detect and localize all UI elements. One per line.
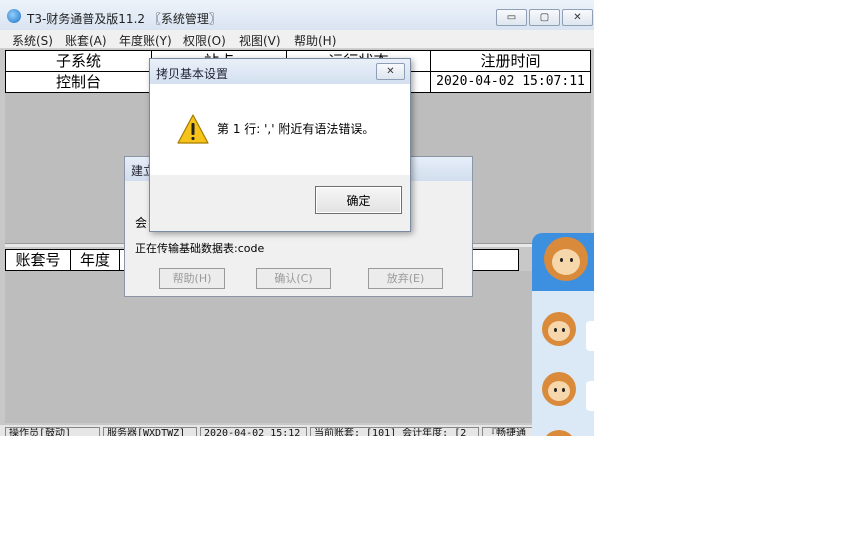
transfer-progress-text: 正在传输基础数据表:code [135,242,265,255]
menu-system[interactable]: 系统(S) [12,32,53,49]
app-cloud-icon [7,9,21,23]
error-dialog-body: 第 1 行: ',' 附近有语法错误。 [150,84,410,175]
status-current-account: 当前账套: [101] 会计年度: [2 [310,427,479,436]
menu-account-set[interactable]: 账套(A) [65,32,107,49]
minimize-button[interactable]: ▭ [496,9,527,26]
widget-tab[interactable] [586,381,594,411]
copy-settings-error-dialog: 拷贝基本设置 ✕ 第 1 行: ',' 附近有语法错误。 确定 [149,58,411,232]
monkey-mascot-icon[interactable] [542,312,576,346]
confirm-button[interactable]: 确认(C) [256,268,331,289]
header-account-no: 账套号 [15,251,61,269]
assistant-header[interactable] [532,233,594,291]
warning-icon [177,114,209,144]
monkey-mascot-icon[interactable] [542,430,576,436]
ok-button[interactable]: 确定 [315,186,402,214]
status-bar: 操作员[鼓动] 服务器[WXDTWZ] 2020-04-02 15:12 当前账… [0,425,594,436]
table-row-register-time[interactable]: 2020-04-02 15:07:11 [431,72,590,92]
status-server: 服务器[WXDTWZ] [103,427,197,436]
table-row-subsystem[interactable]: 控制台 [6,72,151,92]
error-dialog-title: 拷贝基本设置 [156,67,229,81]
help-button[interactable]: 帮助(H) [159,268,225,289]
header-subsystem: 子系统 [55,52,101,70]
monkey-mascot-icon [544,237,588,281]
menu-help[interactable]: 帮助(H) [294,32,336,49]
monkey-mascot-icon[interactable] [542,372,576,406]
error-dialog-close-button[interactable]: ✕ [376,63,405,80]
window-title: T3-财务通普及版11.2 〖系统管理〗 [27,12,221,26]
error-message: 第 1 行: ',' 附近有语法错误。 [217,122,375,136]
close-button[interactable]: ✕ [562,9,593,26]
build-dialog-label: 会 [135,216,148,230]
widget-tab[interactable] [586,321,594,351]
menu-annual-account[interactable]: 年度账(Y) [119,32,172,49]
menu-bar: 系统(S) 账套(A) 年度账(Y) 权限(O) 视图(V) 帮助(H) [0,30,594,49]
status-datetime: 2020-04-02 15:12 [200,427,307,436]
side-assistant-widget [532,233,594,436]
header-register-time: 注册时间 [480,52,541,70]
error-dialog-titlebar[interactable]: 拷贝基本设置 ✕ [150,59,410,84]
header-year: 年度 [79,251,110,269]
title-bar[interactable]: T3-财务通普及版11.2 〖系统管理〗 ▭ ▢ ✕ [0,0,594,31]
abandon-button[interactable]: 放弃(E) [368,268,443,289]
maximize-button[interactable]: ▢ [529,9,560,26]
status-operator: 操作员[鼓动] [5,427,100,436]
menu-permissions[interactable]: 权限(O) [183,32,226,49]
menu-view[interactable]: 视图(V) [239,32,281,49]
